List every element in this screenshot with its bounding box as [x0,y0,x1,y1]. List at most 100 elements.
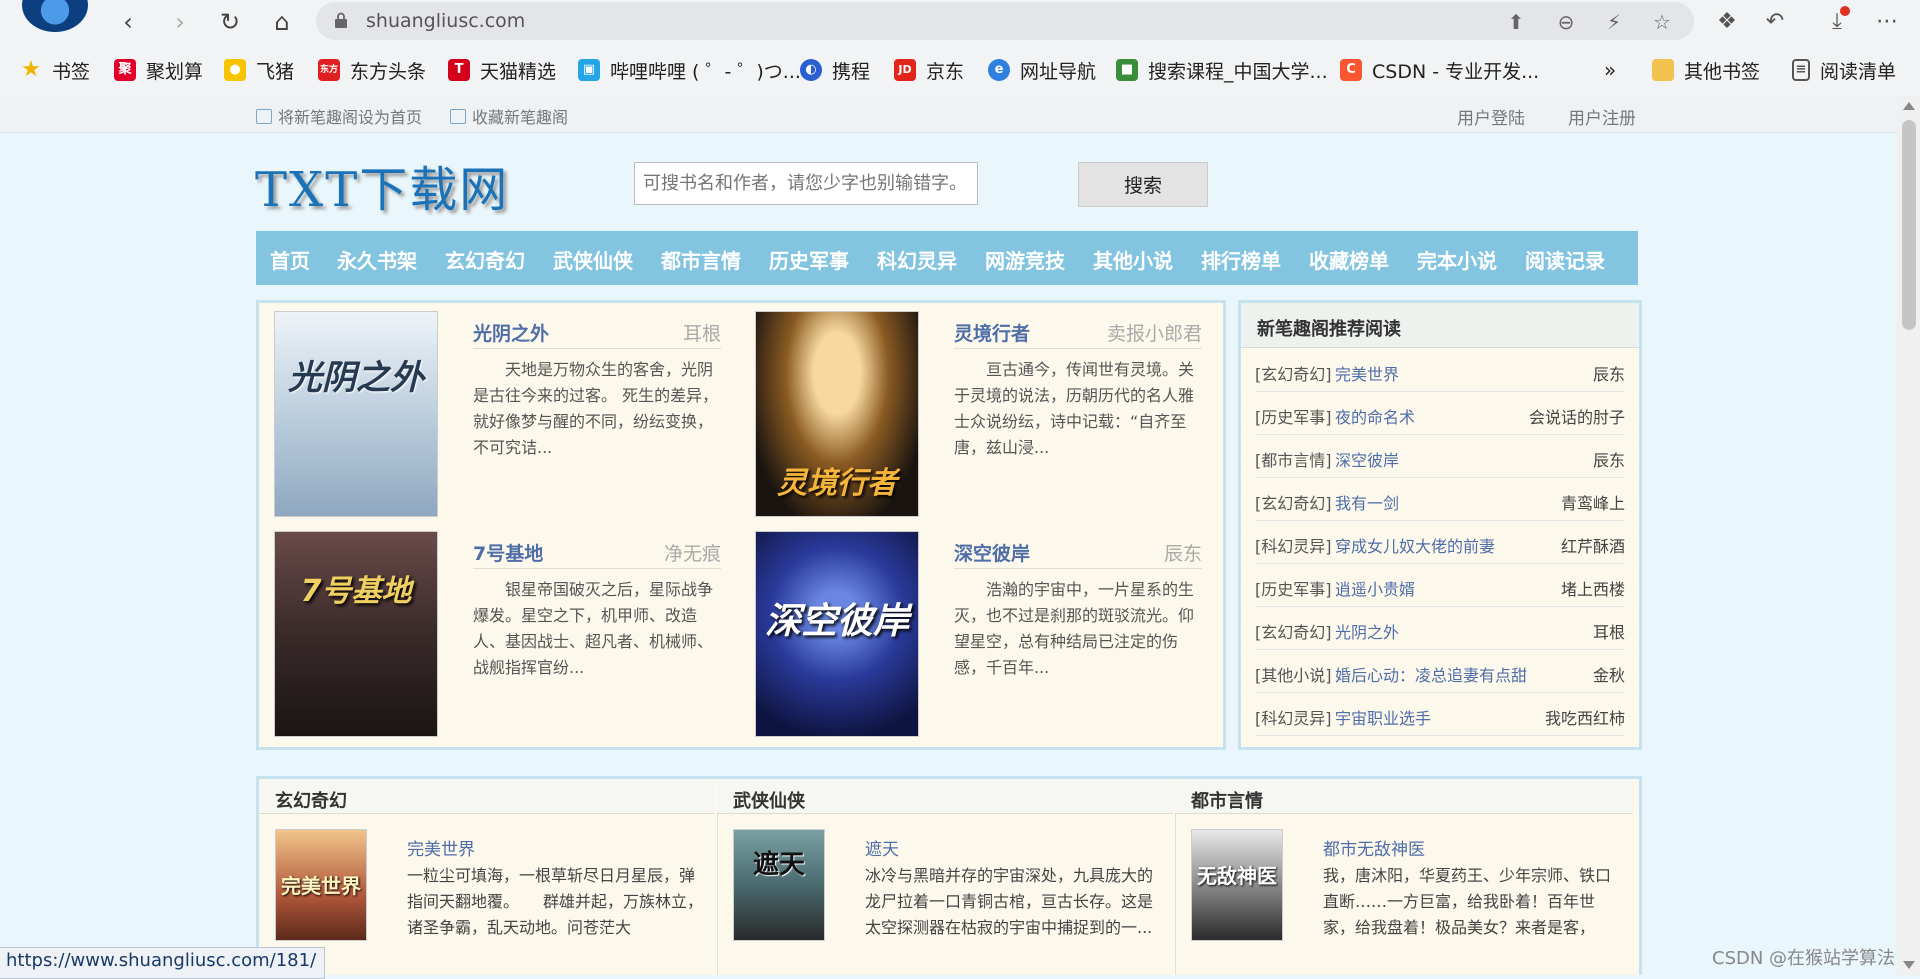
bookmark-site-link[interactable]: 收藏新笔趣阁 [450,104,568,128]
section-header: 都市言情 [1175,779,1633,814]
nav-item-wanben[interactable]: 完本小说 [1417,245,1497,274]
set-homepage-link[interactable]: 将新笔趣阁设为首页 [256,104,422,128]
book-cover[interactable]: 灵境行者 [755,311,919,517]
main-nav: 首页 永久书架 玄幻奇幻 武侠仙侠 都市言情 历史军事 科幻灵异 网游竞技 其他… [256,231,1638,285]
bookmark-juhuasuan[interactable]: 聚聚划算 [114,57,203,83]
book-cover[interactable]: 深空彼岸 [755,531,919,737]
book-description: 冰冷与黑暗并存的宇宙深处，九具庞大的龙尸拉着一口青铜古棺，亘古长存。这是太空探测… [865,866,1154,937]
search-button[interactable]: 搜索 [1078,162,1208,207]
scroll-thumb[interactable] [1902,120,1916,330]
home-icon[interactable]: ⌂ [266,6,298,38]
list-item: [其他小说] 婚后心动：凌总追妻有点甜 金秋 [1255,650,1625,693]
nav-item-xuanhuan[interactable]: 玄幻奇幻 [445,245,525,274]
nav-item-paihang[interactable]: 排行榜单 [1201,245,1281,274]
list-item: [玄幻奇幻] 我有一剑 青鸾峰上 [1255,478,1625,521]
home-small-icon [256,108,272,124]
book-cover[interactable]: 完美世界 [275,829,367,941]
book-author[interactable]: 耳根 [683,319,721,346]
address-bar[interactable]: shuangliusc.com ⬆ ⊖ ⚡ ☆ [316,2,1694,40]
list-item: [历史军事] 夜的命名术 会说话的肘子 [1255,392,1625,435]
nav-item-wangyou[interactable]: 网游竞技 [985,245,1065,274]
category-section: 玄幻奇幻 完美世界 完美世界 一粒尘可填海，一根草斩尽日月星辰，弹指间天翻地覆。… [259,779,715,975]
scroll-up-icon[interactable] [1903,102,1915,110]
folder-icon [1652,59,1674,81]
bookmark-folder-shuqian[interactable]: ★ 书签 [20,57,90,83]
book-author[interactable]: 辰东 [1164,539,1202,566]
nav-item-bookshelf[interactable]: 永久书架 [337,245,417,274]
book-cover[interactable]: 遮天 [733,829,825,941]
other-bookmarks[interactable]: 其他书签 [1652,57,1760,83]
book-description: 浩瀚的宇宙中，一片星系的生灭，也不过是刹那的斑驳流光。仰望星空，总有种结局已注定… [954,580,1195,677]
book-cover[interactable]: 无敌神医 [1191,829,1283,941]
section-header: 玄幻奇幻 [259,779,715,814]
book-title[interactable]: 深空彼岸 [954,539,1030,566]
zoom-out-icon[interactable]: ⊖ [1552,8,1580,36]
nav-item-dushi[interactable]: 都市言情 [661,245,741,274]
featured-book: 灵境行者 灵境行者 卖报小郎君 亘古通今，传闻世有灵境。关于灵境的说法，历朝历代… [740,303,1210,517]
book-author[interactable]: 卖报小郎君 [1107,319,1202,346]
nav-item-kehuan[interactable]: 科幻灵异 [877,245,957,274]
bookmark-dongfang[interactable]: 东方 东方头条 [318,57,426,83]
nav-item-lishi[interactable]: 历史军事 [769,245,849,274]
bookmark-bar: ★ 书签 聚聚划算 ● 飞猪 东方 东方头条 T 天猫精选 ▣ 哔哩哔哩 ( ゜- ゜)つ… [0,44,1920,96]
site-topbar: 将新笔趣阁设为首页 收藏新笔趣阁 用户登陆 用户注册 [0,96,1897,133]
browser-toolbar: ‹ › ↻ ⌂ shuangliusc.com ⬆ ⊖ ⚡ ☆ ❖ ↶ ⤓ ⋯ [0,0,1920,44]
featured-book: 光阴之外 光阴之外 耳根 天地是万物众生的客舍，光阴是古往今来的过客。 死生的差… [259,303,729,517]
book-title[interactable]: 遮天 [865,835,899,860]
url-text[interactable]: shuangliusc.com [366,10,525,32]
share-icon[interactable]: ⬆ [1502,8,1530,36]
extensions-icon[interactable]: ❖ [1712,6,1742,36]
book-author[interactable]: 净无痕 [664,539,721,566]
lightning-icon[interactable]: ⚡ [1600,8,1628,36]
page-scrollbar[interactable] [1897,96,1920,975]
favorite-star-icon[interactable]: ☆ [1648,8,1676,36]
section-title[interactable]: 玄幻奇幻 [275,787,347,813]
divider [473,568,721,569]
bookmark-xiecheng[interactable]: ◐ 携程 [800,57,870,83]
nav-item-shoucang[interactable]: 收藏榜单 [1309,245,1389,274]
reload-icon[interactable]: ↻ [214,6,246,38]
bookmark-kecheng[interactable]: ■ 搜索课程_中国大学... [1116,57,1328,83]
nav-item-home[interactable]: 首页 [270,245,310,274]
tianmao-icon: T [448,59,470,81]
book-title[interactable]: 灵境行者 [954,319,1030,346]
book-title[interactable]: 光阴之外 [473,319,549,346]
book-title[interactable]: 7号基地 [473,539,543,566]
book-cover[interactable]: 7号基地 [274,531,438,737]
category-sections: 玄幻奇幻 完美世界 完美世界 一粒尘可填海，一根草斩尽日月星辰，弹指间天翻地覆。… [256,776,1642,975]
book-title[interactable]: 都市无敌神医 [1323,835,1425,860]
register-link[interactable]: 用户注册 [1568,104,1636,129]
book-description: 银星帝国破灭之后，星际战争爆发。星空之下，机甲师、改造人、基因战士、超凡者、机械… [473,580,714,677]
bookmark-csdn[interactable]: C CSDN - 专业开发... [1340,57,1539,83]
bookmark-wangzhi[interactable]: e 网址导航 [988,57,1096,83]
section-title[interactable]: 都市言情 [1191,787,1263,813]
nav-item-wuxia[interactable]: 武侠仙侠 [553,245,633,274]
book-title[interactable]: 完美世界 [407,835,475,860]
kecheng-icon: ■ [1116,59,1138,81]
search-input[interactable] [634,162,978,205]
more-menu-icon[interactable]: ⋯ [1872,6,1902,36]
bookmark-overflow-button[interactable]: » [1604,57,1616,83]
back-icon[interactable]: ‹ [112,6,144,38]
list-item: [历史军事] 逍遥小贵婿 堵上西楼 [1255,564,1625,607]
nav-item-history[interactable]: 阅读记录 [1525,245,1605,274]
list-item: [科幻灵异] 宇宙职业选手 我吃西红柿 [1255,693,1625,736]
site-logo[interactable]: TXT下载网 [255,150,509,220]
bookmark-feizhu[interactable]: ● 飞猪 [224,57,294,83]
book-description: 亘古通今，传闻世有灵境。关于灵境的说法，历朝历代的名人雅士众说纷纭，诗中记载：“… [954,360,1195,457]
scroll-down-icon[interactable] [1903,961,1915,969]
book-description: 天地是万物众生的客舍，光阴是古往今来的过客。 死生的差异，就好像梦与醒的不同，纷… [473,360,719,457]
book-description: 我，唐沐阳，华夏药王、少年宗师、铁口直断……一方巨富，给我卧着！百年世家，给我盘… [1323,866,1612,937]
bookmark-tianmao[interactable]: T 天猫精选 [448,57,556,83]
category-section: 都市言情 无敌神医 都市无敌神医 我，唐沐阳，华夏药王、少年宗师、铁口直断……一… [1175,779,1633,975]
bookmark-jingdong[interactable]: JD 京东 [894,57,964,83]
bookmark-bilibili[interactable]: ▣ 哔哩哔哩 ( ゜- ゜)つ... [578,57,801,83]
login-link[interactable]: 用户登陆 [1457,104,1525,129]
book-cover[interactable]: 光阴之外 [274,311,438,517]
reading-list[interactable]: ≡ 阅读清单 [1792,57,1896,83]
forward-icon[interactable]: › [164,6,196,38]
nav-item-qita[interactable]: 其他小说 [1093,245,1173,274]
undo-icon[interactable]: ↶ [1760,6,1790,36]
browser-logo-icon[interactable] [22,0,88,32]
section-title[interactable]: 武侠仙侠 [733,787,805,813]
